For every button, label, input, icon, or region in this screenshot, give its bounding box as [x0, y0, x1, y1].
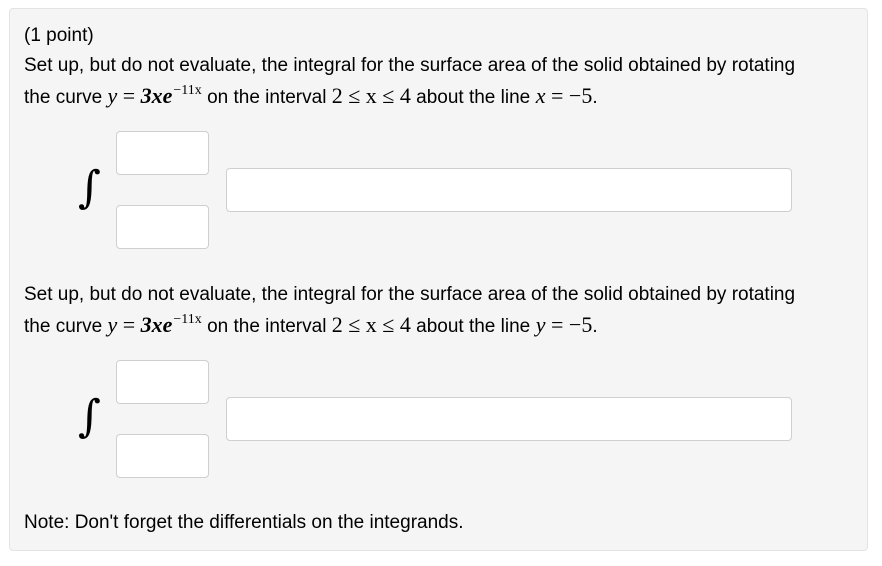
problem-2-curve: y = 3xe−11x: [107, 312, 202, 337]
problem-2-text-c: about the line: [416, 316, 531, 337]
problem-1-upper-limit-input[interactable]: [116, 131, 209, 175]
problem-1-line: x = −5: [535, 83, 593, 108]
problem-1-integrand-input[interactable]: [226, 168, 792, 212]
problem-1-interval: 2 ≤ x ≤ 4: [331, 83, 411, 108]
points-label: (1 point): [24, 25, 94, 46]
problem-2-text-b: on the interval: [207, 316, 327, 337]
problem-1-curve: y = 3xe−11x: [107, 83, 202, 108]
problem-1-text-b: on the interval: [207, 87, 327, 108]
problem-1-statement: Set up, but do not evaluate, the integra…: [24, 55, 796, 108]
problem-2-statement: Set up, but do not evaluate, the integra…: [24, 284, 796, 337]
problem-2-interval: 2 ≤ x ≤ 4: [331, 312, 411, 337]
integral-sign-icon: ∫: [78, 391, 101, 442]
problem-2-integrand-input[interactable]: [226, 397, 792, 441]
problem-1-lower-limit-input[interactable]: [116, 205, 209, 249]
problem-1-text-c: about the line: [416, 87, 531, 108]
integral-sign-icon: ∫: [78, 162, 101, 213]
note-text: Note: Don't forget the differentials on …: [24, 512, 464, 533]
problem-2-upper-limit-input[interactable]: [116, 360, 209, 404]
problem-2-line: y = −5: [535, 312, 593, 337]
problem-2-lower-limit-input[interactable]: [116, 434, 209, 478]
